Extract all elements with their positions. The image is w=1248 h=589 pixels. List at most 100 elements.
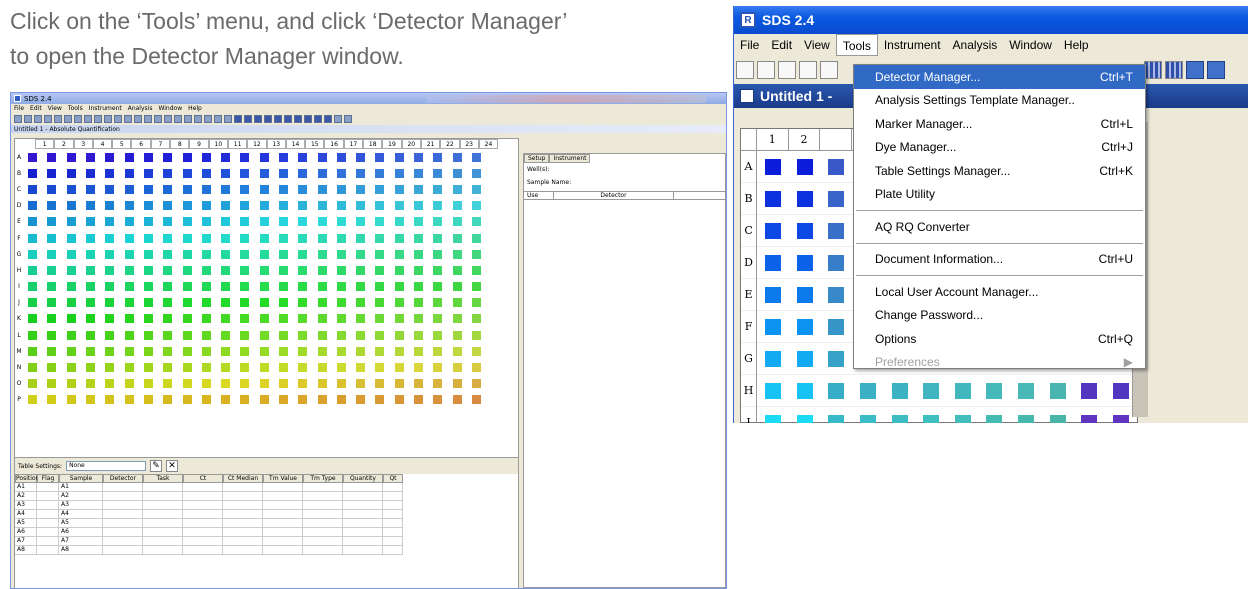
well[interactable] bbox=[332, 230, 351, 246]
well[interactable] bbox=[757, 407, 789, 423]
well[interactable] bbox=[332, 279, 351, 295]
small-menu-view[interactable]: View bbox=[48, 105, 62, 112]
well[interactable] bbox=[467, 165, 486, 181]
well[interactable] bbox=[312, 230, 331, 246]
menu-analysis[interactable]: Analysis bbox=[947, 34, 1004, 56]
well[interactable] bbox=[23, 246, 42, 262]
well[interactable] bbox=[62, 392, 81, 408]
well[interactable] bbox=[197, 392, 216, 408]
well[interactable] bbox=[312, 327, 331, 343]
well[interactable] bbox=[177, 359, 196, 375]
well[interactable] bbox=[139, 295, 158, 311]
well[interactable] bbox=[216, 246, 235, 262]
well[interactable] bbox=[409, 343, 428, 359]
well[interactable] bbox=[312, 165, 331, 181]
well[interactable] bbox=[177, 343, 196, 359]
well[interactable] bbox=[820, 311, 852, 343]
well[interactable] bbox=[390, 149, 409, 165]
well[interactable] bbox=[370, 376, 389, 392]
well[interactable] bbox=[23, 214, 42, 230]
well[interactable] bbox=[197, 376, 216, 392]
well[interactable] bbox=[42, 181, 61, 197]
toolbar-icon[interactable] bbox=[244, 115, 252, 123]
well[interactable] bbox=[119, 262, 138, 278]
well[interactable] bbox=[255, 262, 274, 278]
well[interactable] bbox=[467, 198, 486, 214]
well[interactable] bbox=[467, 230, 486, 246]
tray-view-icon[interactable] bbox=[1165, 61, 1183, 79]
well[interactable] bbox=[197, 198, 216, 214]
well[interactable] bbox=[332, 214, 351, 230]
well[interactable] bbox=[312, 246, 331, 262]
well[interactable] bbox=[177, 181, 196, 197]
well[interactable] bbox=[332, 246, 351, 262]
well[interactable] bbox=[979, 407, 1011, 423]
well[interactable] bbox=[62, 295, 81, 311]
well[interactable] bbox=[947, 407, 979, 423]
well[interactable] bbox=[119, 359, 138, 375]
well[interactable] bbox=[293, 165, 312, 181]
well[interactable] bbox=[42, 343, 61, 359]
well[interactable] bbox=[235, 295, 254, 311]
well[interactable] bbox=[158, 181, 177, 197]
well[interactable] bbox=[448, 343, 467, 359]
well[interactable] bbox=[119, 279, 138, 295]
tab-instrument[interactable]: Instrument bbox=[549, 154, 591, 163]
well[interactable] bbox=[390, 295, 409, 311]
well[interactable] bbox=[81, 149, 100, 165]
menu-item-options[interactable]: Options Ctrl+Q bbox=[854, 327, 1145, 351]
well[interactable] bbox=[467, 343, 486, 359]
well[interactable] bbox=[448, 311, 467, 327]
menu-item-table-settings-manager[interactable]: Table Settings Manager... Ctrl+K bbox=[854, 159, 1145, 183]
well[interactable] bbox=[467, 295, 486, 311]
well[interactable] bbox=[1010, 375, 1042, 407]
well[interactable] bbox=[428, 343, 447, 359]
well[interactable] bbox=[370, 295, 389, 311]
well[interactable] bbox=[42, 165, 61, 181]
well[interactable] bbox=[370, 359, 389, 375]
well[interactable] bbox=[274, 311, 293, 327]
well[interactable] bbox=[370, 392, 389, 408]
well[interactable] bbox=[370, 230, 389, 246]
well[interactable] bbox=[757, 215, 789, 247]
well[interactable] bbox=[139, 279, 158, 295]
well[interactable] bbox=[62, 149, 81, 165]
well[interactable] bbox=[255, 279, 274, 295]
well[interactable] bbox=[235, 392, 254, 408]
well[interactable] bbox=[100, 311, 119, 327]
well[interactable] bbox=[119, 327, 138, 343]
toolbar-icon[interactable] bbox=[14, 115, 22, 123]
well[interactable] bbox=[62, 279, 81, 295]
well[interactable] bbox=[789, 407, 821, 423]
well[interactable] bbox=[255, 392, 274, 408]
well[interactable] bbox=[293, 181, 312, 197]
table-row[interactable]: A1 A1 bbox=[15, 483, 518, 492]
open-folder-icon[interactable] bbox=[778, 61, 796, 79]
well[interactable] bbox=[390, 198, 409, 214]
toolbar-icon[interactable] bbox=[34, 115, 42, 123]
well[interactable] bbox=[197, 262, 216, 278]
well[interactable] bbox=[177, 246, 196, 262]
well[interactable] bbox=[177, 295, 196, 311]
well[interactable] bbox=[1042, 375, 1074, 407]
well[interactable] bbox=[274, 230, 293, 246]
well[interactable] bbox=[409, 262, 428, 278]
well[interactable] bbox=[274, 214, 293, 230]
well[interactable] bbox=[332, 181, 351, 197]
well[interactable] bbox=[293, 311, 312, 327]
well[interactable] bbox=[409, 165, 428, 181]
toolbar-icon[interactable] bbox=[164, 115, 172, 123]
menu-item-change-password[interactable]: Change Password... bbox=[854, 304, 1145, 328]
well[interactable] bbox=[235, 230, 254, 246]
well[interactable] bbox=[351, 181, 370, 197]
well[interactable] bbox=[370, 165, 389, 181]
well[interactable] bbox=[255, 311, 274, 327]
save-icon[interactable] bbox=[799, 61, 817, 79]
well[interactable] bbox=[409, 279, 428, 295]
well[interactable] bbox=[81, 392, 100, 408]
well[interactable] bbox=[789, 151, 821, 183]
well[interactable] bbox=[390, 246, 409, 262]
well[interactable] bbox=[293, 376, 312, 392]
menu-instrument[interactable]: Instrument bbox=[878, 34, 947, 56]
well[interactable] bbox=[390, 343, 409, 359]
